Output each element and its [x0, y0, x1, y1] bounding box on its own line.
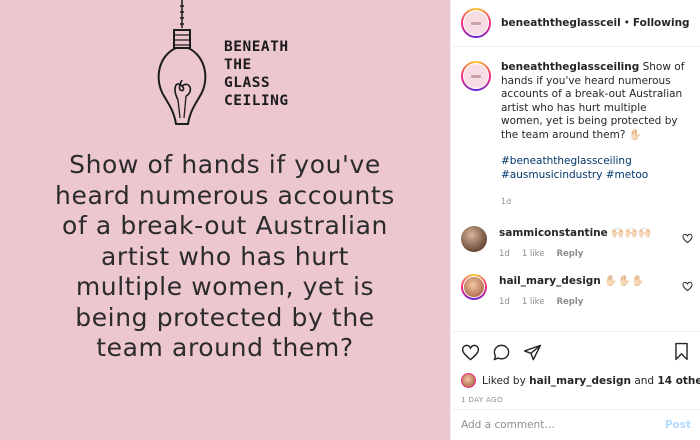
post-header: beneaththeglassceil • Following: [451, 0, 700, 47]
commenter-avatar[interactable]: [461, 274, 487, 300]
post-caption: beneaththeglassceiling Show of hands if …: [451, 47, 700, 209]
post-actions: Liked by hail_mary_design and 14 others …: [451, 331, 700, 404]
comment-text: 🙌🏻🙌🏻🙌🏻: [611, 227, 652, 239]
header-username[interactable]: beneaththeglassceil: [501, 17, 621, 29]
comment-username[interactable]: hail_mary_design: [499, 275, 601, 287]
commenter-avatar[interactable]: [461, 226, 487, 252]
add-comment-bar: Post: [451, 409, 700, 440]
comment-input[interactable]: [461, 419, 665, 431]
following-button[interactable]: Following: [633, 17, 690, 29]
headline-line: heard numerous accounts: [55, 180, 395, 210]
comment-text: ✋🏻✋🏻✋🏻: [604, 275, 645, 287]
caption-username[interactable]: beneaththeglassceiling: [501, 61, 639, 73]
brand-line: BENEATH: [224, 39, 289, 55]
heart-icon[interactable]: [461, 343, 480, 362]
lightbulb-icon: [157, 0, 207, 125]
headline-line: team around them?: [96, 333, 354, 362]
comment-age: 1d: [499, 249, 510, 259]
instagram-post-modal: BENEATH THE GLASS CEILING Show of hands …: [0, 0, 700, 440]
reply-button[interactable]: Reply: [557, 297, 584, 307]
comment-like-icon[interactable]: [682, 281, 693, 292]
profile-avatar[interactable]: [461, 8, 491, 38]
comment-age: 1d: [499, 297, 510, 307]
caption-avatar[interactable]: [461, 61, 491, 91]
post-image[interactable]: BENEATH THE GLASS CEILING Show of hands …: [0, 0, 450, 440]
post-timestamp[interactable]: 1 DAY AGO: [461, 396, 691, 404]
liker-avatar[interactable]: [461, 373, 476, 388]
liked-by: Liked by hail_mary_design and 14 others: [461, 373, 700, 388]
post-comment-button[interactable]: Post: [665, 419, 691, 431]
caption-age: 1d: [501, 197, 512, 206]
share-icon[interactable]: [523, 343, 542, 362]
post-sidebar: beneaththeglassceil • Following beneatht…: [450, 0, 700, 440]
brand-line: THE: [224, 57, 252, 73]
post-headline: Show of hands if you've heard numerous a…: [0, 150, 450, 364]
headline-line: being protected by the: [75, 302, 375, 332]
bookmark-icon[interactable]: [672, 342, 691, 361]
comment-likes[interactable]: 1 like: [522, 249, 545, 259]
comment-item: sammiconstantine 🙌🏻🙌🏻🙌🏻 1d 1 like Reply: [451, 226, 700, 259]
headline-line: multiple women, yet is: [75, 272, 375, 301]
comment-username[interactable]: sammiconstantine: [499, 227, 608, 239]
comment-likes[interactable]: 1 like: [522, 297, 545, 307]
header-separator: •: [623, 17, 630, 29]
liked-by-user[interactable]: hail_mary_design: [529, 375, 631, 387]
headline-line: of a break-out Australian: [62, 211, 388, 240]
liked-by-others[interactable]: 14 others: [657, 375, 700, 387]
comment-like-icon[interactable]: [682, 233, 693, 244]
reply-button[interactable]: Reply: [557, 249, 584, 259]
comment-item: hail_mary_design ✋🏻✋🏻✋🏻 1d 1 like Reply: [451, 274, 700, 307]
brand-line: GLASS: [224, 75, 271, 91]
headline-line: artist who has hurt: [101, 241, 349, 271]
brand-line: CEILING: [224, 93, 289, 109]
brand-wordmark: BENEATH THE GLASS CEILING: [224, 38, 289, 110]
comment-icon[interactable]: [492, 343, 511, 362]
headline-line: Show of hands if you've: [69, 150, 381, 179]
caption-hashtags[interactable]: #beneaththeglassceiling #ausmusicindustr…: [501, 155, 690, 182]
